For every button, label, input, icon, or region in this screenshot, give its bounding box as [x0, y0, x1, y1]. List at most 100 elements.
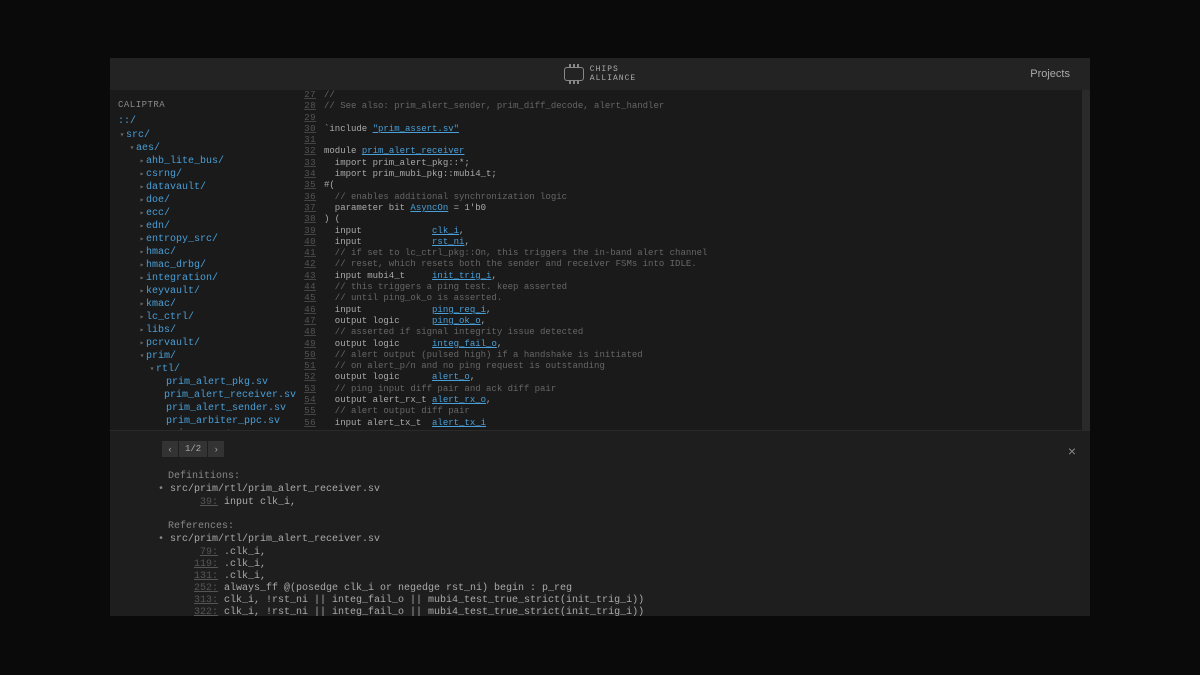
- pager: ‹ 1/2 ›: [162, 441, 1076, 457]
- line-number[interactable]: 41: [296, 248, 324, 259]
- tree-folder[interactable]: ▾rtl/: [110, 363, 296, 376]
- tree-folder[interactable]: ▸keyvault/: [110, 285, 296, 298]
- code-line: 46 input ping_req_i,: [296, 305, 1090, 316]
- root-path[interactable]: ::/: [110, 114, 296, 129]
- ref-line-number: 313:: [190, 595, 218, 607]
- line-content: output logic ping_ok_o,: [324, 316, 486, 327]
- tree-folder[interactable]: ▸doe/: [110, 194, 296, 207]
- line-number[interactable]: 43: [296, 271, 324, 282]
- code-line: 49 output logic integ_fail_o,: [296, 339, 1090, 350]
- reference-item[interactable]: 119:.clk_i,: [190, 559, 1076, 571]
- chevron-icon: ▾: [148, 364, 156, 375]
- code-viewer[interactable]: 27//28// See also: prim_alert_sender, pr…: [296, 90, 1090, 430]
- line-number[interactable]: 53: [296, 384, 324, 395]
- reference-item[interactable]: 252:always_ff @(posedge clk_i or negedge…: [190, 583, 1076, 595]
- line-number[interactable]: 42: [296, 259, 324, 270]
- tree-folder[interactable]: ▸kmac/: [110, 298, 296, 311]
- tree-folder[interactable]: ▸lc_ctrl/: [110, 311, 296, 324]
- line-content: // alert output (pulsed high) if a hands…: [324, 350, 643, 361]
- line-number[interactable]: 45: [296, 293, 324, 304]
- tree-file[interactable]: prim_arbiter_ppc.sv: [110, 415, 296, 428]
- line-number[interactable]: 56: [296, 418, 324, 429]
- tree-folder[interactable]: ▾src/: [110, 129, 296, 142]
- line-number[interactable]: 50: [296, 350, 324, 361]
- line-number[interactable]: 31: [296, 135, 324, 146]
- line-content: parameter bit AsyncOn = 1'b0: [324, 203, 486, 214]
- tree-folder[interactable]: ▾aes/: [110, 142, 296, 155]
- line-content: input ping_req_i,: [324, 305, 491, 316]
- line-number[interactable]: 36: [296, 192, 324, 203]
- tree-folder[interactable]: ▸hmac_drbg/: [110, 259, 296, 272]
- tree-folder[interactable]: ▸ahb_lite_bus/: [110, 155, 296, 168]
- ref-line-number: 119:: [190, 559, 218, 571]
- tree-folder[interactable]: ▸hmac/: [110, 246, 296, 259]
- code-line: 28// See also: prim_alert_sender, prim_d…: [296, 101, 1090, 112]
- line-number[interactable]: 27: [296, 90, 324, 101]
- line-number[interactable]: 49: [296, 339, 324, 350]
- line-number[interactable]: 46: [296, 305, 324, 316]
- reference-item[interactable]: 131:.clk_i,: [190, 571, 1076, 583]
- code-line: 27//: [296, 90, 1090, 101]
- line-number[interactable]: 33: [296, 158, 324, 169]
- tree-folder[interactable]: ▸edn/: [110, 220, 296, 233]
- tree-item-label: prim/: [146, 351, 176, 362]
- line-number[interactable]: 39: [296, 226, 324, 237]
- line-content: // asserted if signal integrity issue de…: [324, 327, 583, 338]
- line-content: // See also: prim_alert_sender, prim_dif…: [324, 101, 664, 112]
- line-number[interactable]: 48: [296, 327, 324, 338]
- tree-folder[interactable]: ▸integration/: [110, 272, 296, 285]
- project-title: CALIPTRA: [110, 96, 296, 114]
- tree-file[interactable]: prim_alert_sender.sv: [110, 402, 296, 415]
- line-content: //: [324, 90, 335, 101]
- line-content: output logic integ_fail_o,: [324, 339, 502, 350]
- projects-link[interactable]: Projects: [1030, 68, 1070, 80]
- tree-item-label: prim_alert_sender.sv: [166, 403, 286, 414]
- line-number[interactable]: 37: [296, 203, 324, 214]
- line-number[interactable]: 52: [296, 372, 324, 383]
- definitions-heading: Definitions:: [168, 471, 1076, 482]
- tree-folder[interactable]: ▸entropy_src/: [110, 233, 296, 246]
- pager-prev-button[interactable]: ‹: [162, 441, 178, 457]
- tree-file[interactable]: prim_alert_receiver.sv: [110, 389, 296, 402]
- pager-status: 1/2: [179, 441, 207, 457]
- reference-item[interactable]: 313:clk_i, !rst_ni || integ_fail_o || mu…: [190, 595, 1076, 607]
- tree-folder[interactable]: ▸datavault/: [110, 181, 296, 194]
- tree-folder[interactable]: ▸csrng/: [110, 168, 296, 181]
- tree-item-label: csrng/: [146, 169, 182, 180]
- tree-file[interactable]: prim_alert_pkg.sv: [110, 376, 296, 389]
- tree-folder[interactable]: ▾prim/: [110, 350, 296, 363]
- code-line: 32module prim_alert_receiver: [296, 146, 1090, 157]
- line-number[interactable]: 38: [296, 214, 324, 225]
- definition-file-path[interactable]: src/prim/rtl/prim_alert_receiver.sv: [168, 484, 1076, 495]
- line-number[interactable]: 30: [296, 124, 324, 135]
- tree-folder[interactable]: ▸ecc/: [110, 207, 296, 220]
- tree-folder[interactable]: ▸libs/: [110, 324, 296, 337]
- ref-code: input clk_i,: [224, 497, 296, 509]
- tree-folder[interactable]: ▸pcrvault/: [110, 337, 296, 350]
- tree-item-label: hmac_drbg/: [146, 260, 206, 271]
- line-number[interactable]: 55: [296, 406, 324, 417]
- chevron-icon: ▸: [138, 260, 146, 271]
- close-icon[interactable]: ×: [1068, 443, 1076, 459]
- definition-item[interactable]: 39:input clk_i,: [190, 497, 1076, 509]
- reference-file-path[interactable]: src/prim/rtl/prim_alert_receiver.sv: [168, 534, 1076, 545]
- line-number[interactable]: 32: [296, 146, 324, 157]
- chevron-icon: ▸: [138, 208, 146, 219]
- code-line: 33 import prim_alert_pkg::*;: [296, 158, 1090, 169]
- line-number[interactable]: 40: [296, 237, 324, 248]
- code-line: 37 parameter bit AsyncOn = 1'b0: [296, 203, 1090, 214]
- line-number[interactable]: 44: [296, 282, 324, 293]
- reference-item[interactable]: 79:.clk_i,: [190, 547, 1076, 559]
- line-content: // if set to lc_ctrl_pkg::On, this trigg…: [324, 248, 707, 259]
- line-number[interactable]: 54: [296, 395, 324, 406]
- line-number[interactable]: 47: [296, 316, 324, 327]
- line-number[interactable]: 29: [296, 113, 324, 124]
- reference-item[interactable]: 322:clk_i, !rst_ni || integ_fail_o || mu…: [190, 607, 1076, 616]
- line-number[interactable]: 35: [296, 180, 324, 191]
- line-number[interactable]: 51: [296, 361, 324, 372]
- code-line: 47 output logic ping_ok_o,: [296, 316, 1090, 327]
- pager-next-button[interactable]: ›: [208, 441, 224, 457]
- line-number[interactable]: 34: [296, 169, 324, 180]
- code-line: 44 // this triggers a ping test. keep as…: [296, 282, 1090, 293]
- line-number[interactable]: 28: [296, 101, 324, 112]
